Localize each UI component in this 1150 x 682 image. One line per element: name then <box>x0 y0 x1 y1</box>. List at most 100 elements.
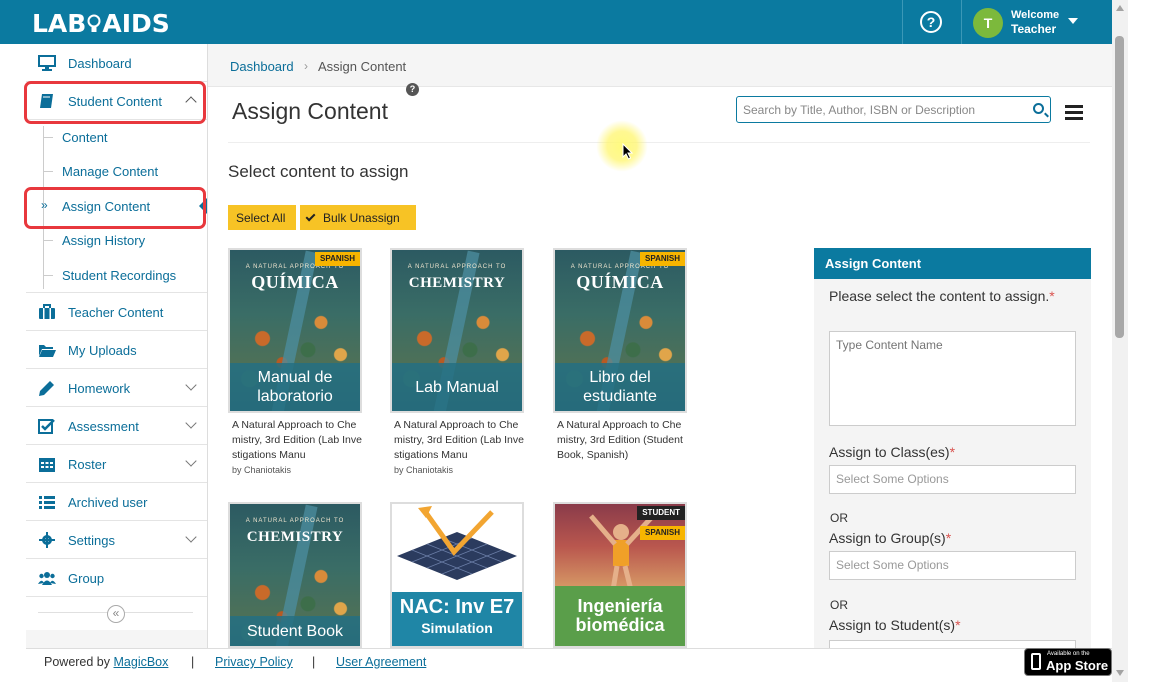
sidebar-subitem-content[interactable]: Content <box>26 120 207 154</box>
cover-band: Libro del estudiante <box>555 363 685 411</box>
class-select[interactable]: Select Some Options <box>829 465 1076 494</box>
welcome-label: Welcome <box>1011 9 1060 21</box>
footer: Powered by MagicBox | Privacy Policy | U… <box>26 648 1112 682</box>
sidebar-item-teacher-content[interactable]: Teacher Content <box>26 293 207 331</box>
magicbox-link[interactable]: MagicBox <box>114 655 169 669</box>
lab-aids-logo[interactable]: LAB AIDS <box>32 9 170 38</box>
cover-band: Student Book <box>230 616 360 646</box>
gear-icon <box>39 532 55 548</box>
class-label: Assign to Class(es)* <box>829 443 955 462</box>
student-label-text: Assign to Student(s) <box>829 617 956 633</box>
caret-down-icon[interactable] <box>1068 18 1078 24</box>
sidebar-item-roster[interactable]: Roster <box>26 445 207 483</box>
monitor-icon <box>38 55 56 71</box>
select-all-label: Select All <box>236 210 286 225</box>
book-cover[interactable]: A NATURAL APPROACH TO QUÍMICA Manual de … <box>228 248 362 413</box>
audience-tag: STUDENT <box>637 506 685 520</box>
cover-band: Lab Manual <box>392 363 522 411</box>
or-label: OR <box>830 511 848 525</box>
scrollbar-thumb[interactable] <box>1115 36 1124 338</box>
simulation-band: NAC: Inv E7 Simulation <box>392 592 522 646</box>
sidebar-item-assessment[interactable]: Assessment <box>26 407 207 445</box>
section-title: Select content to assign <box>228 162 409 181</box>
book-cover[interactable]: A NATURAL APPROACH TO CHEMISTRY Student … <box>228 502 362 648</box>
sidebar-item-label: Archived user <box>68 495 148 510</box>
sidebar-subitem-manage-content[interactable]: Manage Content <box>26 154 207 188</box>
sidebar-item-label: My Uploads <box>68 343 137 358</box>
subitem-label: Manage Content <box>62 164 159 179</box>
topbar-divider <box>902 0 903 44</box>
submenu-tick <box>43 275 53 276</box>
simulation-cover[interactable]: NAC: Inv E7 Simulation <box>390 502 524 648</box>
sidebar-item-my-uploads[interactable]: My Uploads <box>26 331 207 369</box>
page-title: Assign Content <box>232 98 388 124</box>
breadcrumb: Dashboard › Assign Content <box>208 44 1112 87</box>
sidebar-item-label: Dashboard <box>68 56 132 71</box>
content-name-input[interactable] <box>829 331 1076 426</box>
avatar[interactable]: T <box>973 8 1003 38</box>
collapse-sidebar-button[interactable]: « <box>107 605 125 623</box>
bulk-unassign-label: Bulk Unassign <box>323 210 400 225</box>
left-gutter <box>0 44 26 682</box>
user-agreement-link[interactable]: User Agreement <box>336 655 426 669</box>
solar-panel-illustration <box>397 506 517 580</box>
folder-open-icon <box>39 345 56 357</box>
assign-content-panel: Assign Content Please select the content… <box>814 248 1091 650</box>
title-divider <box>228 142 1090 143</box>
submenu-tick <box>43 137 53 138</box>
breadcrumb-dashboard-link[interactable]: Dashboard <box>230 59 294 74</box>
app-store-badge[interactable]: Available on the App Store <box>1024 648 1112 676</box>
user-menu[interactable]: Welcome Teacher <box>1011 8 1059 36</box>
card-description: A Natural Approach to Chemistry, 3rd Edi… <box>232 419 362 461</box>
highlight-assign-content <box>24 187 206 229</box>
breadcrumb-separator: › <box>304 59 308 73</box>
student-label: Assign to Student(s)* <box>829 616 961 635</box>
scroll-down-icon[interactable] <box>1116 670 1124 676</box>
card-author: by Chaniotakis <box>232 465 292 475</box>
phone-icon <box>1031 653 1041 670</box>
sidebar-item-archived-user[interactable]: Archived user <box>26 483 207 521</box>
sidebar-item-label: Settings <box>68 533 115 548</box>
scroll-up-icon[interactable] <box>1116 5 1124 11</box>
top-bar: LAB AIDS ? T Welcome Teacher <box>0 0 1112 44</box>
book-cover[interactable]: A NATURAL APPROACH TO CHEMISTRY Lab Manu… <box>390 248 524 413</box>
select-all-button[interactable]: Select All <box>228 205 296 230</box>
book-cover[interactable]: STUDENT SPANISH Ingeniería biomédica <box>553 502 687 648</box>
required-mark: * <box>1049 288 1055 304</box>
required-mark: * <box>945 530 952 546</box>
group-select[interactable]: Select Some Options <box>829 551 1076 580</box>
cover-title: CHEMISTRY <box>246 529 344 545</box>
breadcrumb-current: Assign Content <box>318 59 407 74</box>
chevron-down-icon <box>185 455 197 467</box>
book-cover[interactable]: A NATURAL APPROACH TO QUÍMICA Libro del … <box>553 248 687 413</box>
question-circle-icon: ? <box>926 14 936 30</box>
check-icon <box>305 211 316 221</box>
panel-heading: Assign Content <box>814 248 1091 279</box>
search-input[interactable] <box>743 101 1023 118</box>
page-scrollbar[interactable] <box>1112 0 1128 682</box>
sidebar-item-group[interactable]: Group <box>26 559 207 597</box>
cover-series: A NATURAL APPROACH TO <box>407 264 507 270</box>
sidebar-item-settings[interactable]: Settings <box>26 521 207 559</box>
sidebar-subitem-student-recordings[interactable]: Student Recordings <box>26 258 207 292</box>
content-label-text: Please select the content to assign. <box>829 288 1050 304</box>
privacy-policy-link[interactable]: Privacy Policy <box>215 655 293 669</box>
search-icon[interactable] <box>1033 103 1044 114</box>
list-icon <box>39 496 55 509</box>
sidebar-item-homework[interactable]: Homework <box>26 369 207 407</box>
bulk-unassign-button[interactable]: Bulk Unassign <box>300 205 416 230</box>
cover-band: Manual de laboratorio <box>230 363 360 411</box>
sidebar-item-dashboard[interactable]: Dashboard <box>26 44 207 82</box>
hamburger-menu-icon[interactable] <box>1065 105 1083 120</box>
help-button[interactable]: ? <box>920 11 942 33</box>
required-mark: * <box>949 444 956 460</box>
sidebar-bottom-strip <box>26 630 207 648</box>
appstore-small-text: Available on the <box>1047 651 1090 657</box>
checkbox-icon <box>38 419 55 434</box>
group-label-text: Assign to Group(s) <box>829 530 946 546</box>
athlete-illustration <box>589 514 653 590</box>
powered-by: Powered by MagicBox <box>44 655 168 669</box>
user-name: Teacher <box>1011 22 1057 36</box>
or-label: OR <box>830 598 848 612</box>
help-icon[interactable]: ? <box>406 83 419 96</box>
